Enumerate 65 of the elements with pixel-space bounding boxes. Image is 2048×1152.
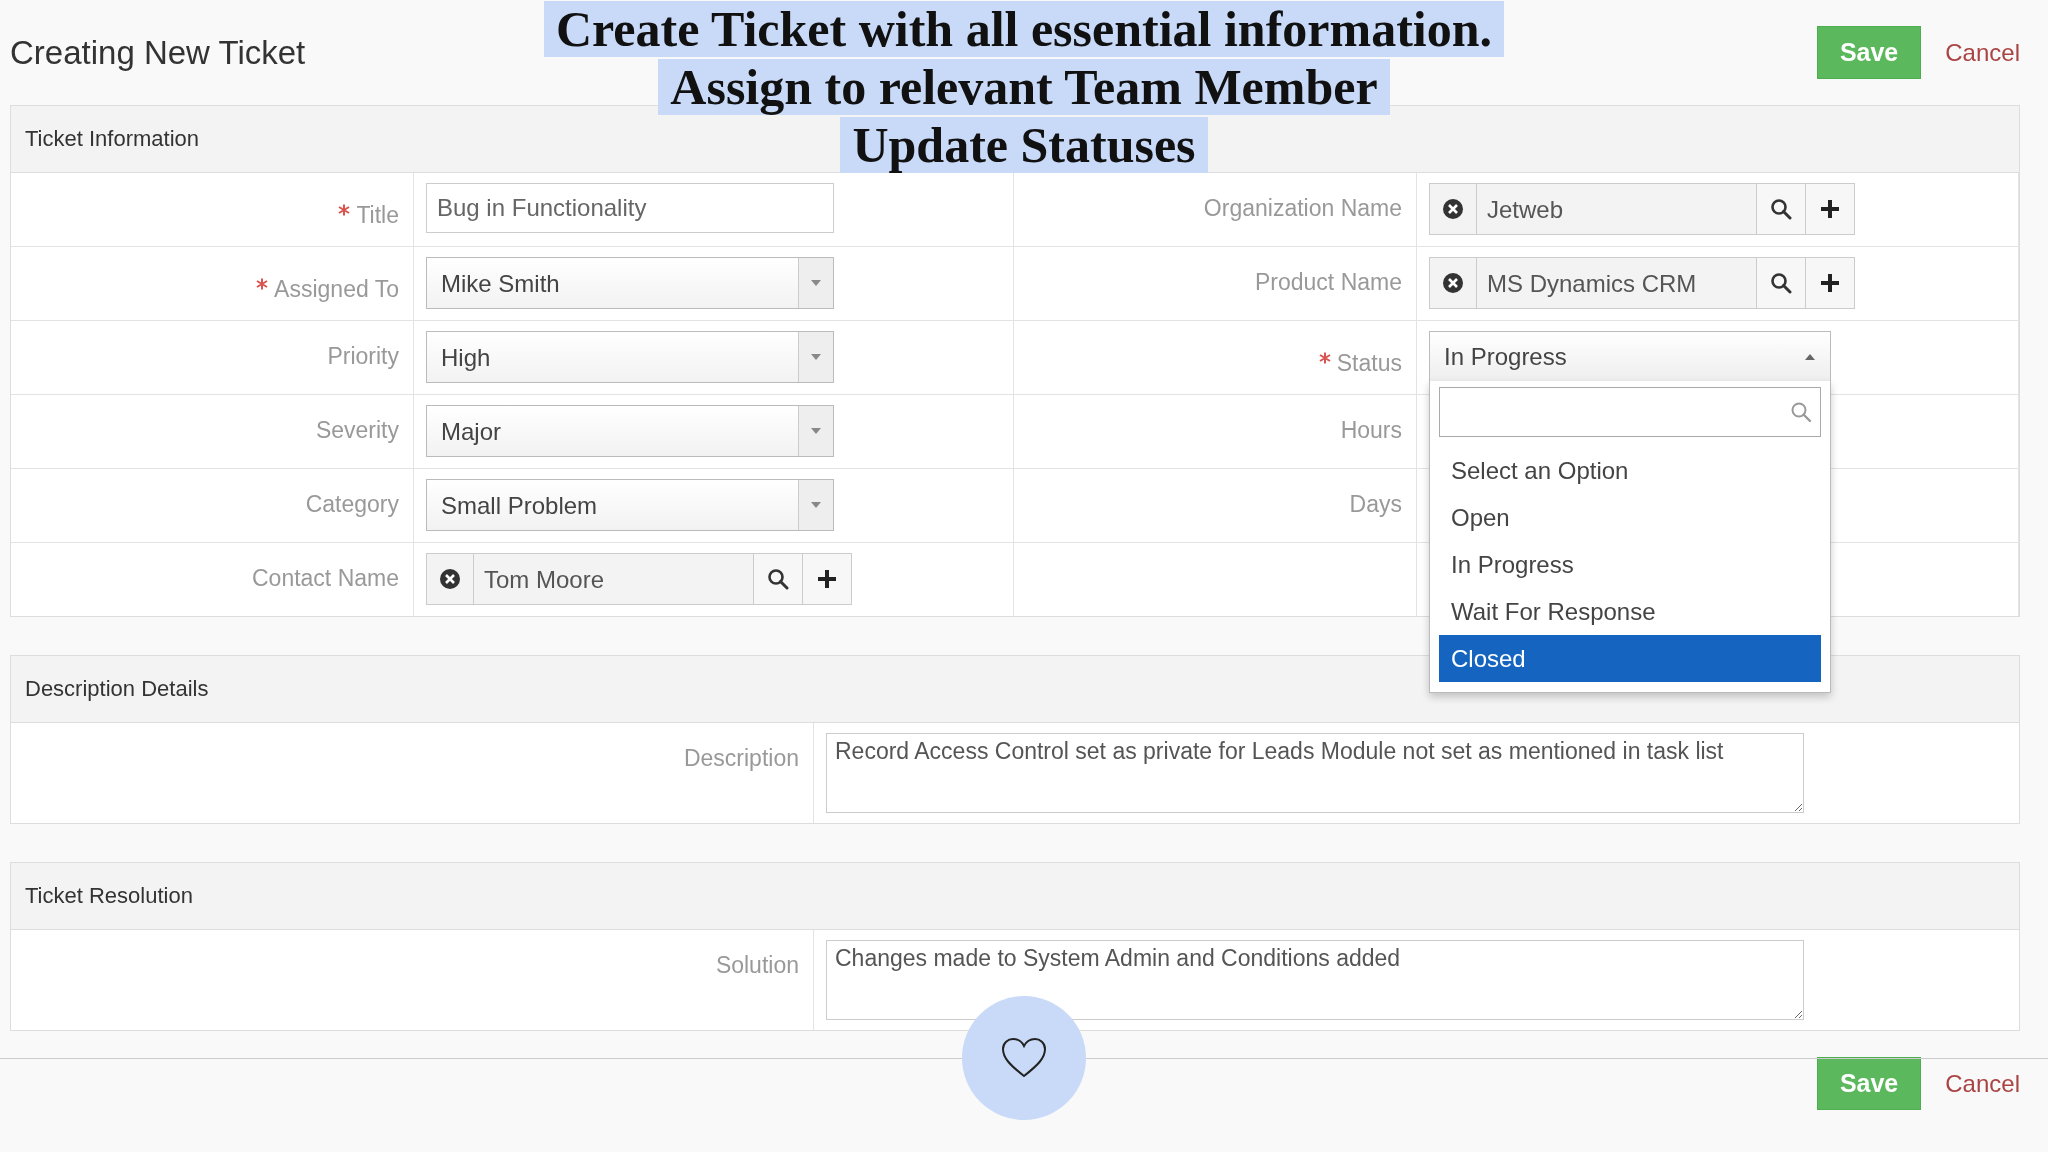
caption-text: Update Statuses <box>840 117 1208 173</box>
reference-field[interactable]: Jetweb <box>1477 183 1757 235</box>
clear-button[interactable] <box>1429 257 1477 309</box>
clear-icon <box>1442 272 1464 294</box>
dropdown-option[interactable]: Open <box>1439 494 1821 541</box>
field-label: Status <box>1318 350 1402 377</box>
field-label: Title <box>338 202 399 229</box>
section-header: Ticket Resolution <box>11 863 2019 930</box>
cancel-link[interactable]: Cancel <box>1945 38 2020 67</box>
dropdown-field[interactable]: Major <box>426 405 834 457</box>
search-icon <box>1790 401 1812 423</box>
cancel-link[interactable]: Cancel <box>1945 1069 2020 1098</box>
search-icon <box>1770 272 1792 294</box>
clear-button[interactable] <box>1429 183 1477 235</box>
plus-icon <box>816 568 838 590</box>
field-label: Category <box>305 491 399 518</box>
caret-down-icon <box>810 353 822 361</box>
caret-down-icon <box>810 427 822 435</box>
caret-up-icon <box>1804 352 1816 361</box>
required-icon <box>1318 352 1331 364</box>
clear-icon <box>439 568 461 590</box>
plus-icon <box>1819 198 1841 220</box>
dropdown-field[interactable]: High <box>426 331 834 383</box>
dropdown-option[interactable]: Select an Option <box>1439 447 1821 494</box>
clear-icon <box>1442 198 1464 220</box>
caret-down-icon <box>810 501 822 509</box>
field-label: Organization Name <box>1203 195 1402 222</box>
text-area[interactable]: Changes made to System Admin and Conditions added <box>826 940 1804 1020</box>
field-label: Hours <box>1340 417 1402 444</box>
caption-text: Create Ticket with all essential information. <box>543 1 1504 57</box>
search-button[interactable] <box>1757 257 1806 309</box>
field-label: Solution <box>715 952 799 979</box>
dropdown-option[interactable]: Closed <box>1439 635 1821 682</box>
text-field[interactable]: Bug in Functionality <box>426 183 834 233</box>
field-label: Contact Name <box>252 565 399 592</box>
dropdown-field[interactable]: In Progress <box>1429 331 1831 381</box>
reference-field[interactable]: MS Dynamics CRM <box>1477 257 1757 309</box>
page-title: Creating New Ticket <box>10 33 306 72</box>
add-button[interactable] <box>1806 257 1855 309</box>
search-icon <box>1770 198 1792 220</box>
field-label: Severity <box>315 417 399 444</box>
search-button[interactable] <box>1757 183 1806 235</box>
clear-button[interactable] <box>426 553 474 605</box>
field-label: Description <box>683 745 799 772</box>
dropdown-option[interactable]: In Progress <box>1439 541 1821 588</box>
caret-down-icon <box>810 279 822 287</box>
dropdown-field[interactable]: Mike Smith <box>426 257 834 309</box>
add-button[interactable] <box>1806 183 1855 235</box>
required-icon <box>256 278 269 290</box>
dropdown-field[interactable]: Small Problem <box>426 479 834 531</box>
field-label: Days <box>1349 491 1402 518</box>
heart-icon <box>1000 1037 1048 1079</box>
caption-text: Assign to relevant Team Member <box>658 59 1390 115</box>
field-label: Assigned To <box>256 276 399 303</box>
field-label: Product Name <box>1255 269 1402 296</box>
required-icon <box>338 204 351 216</box>
add-button[interactable] <box>803 553 852 605</box>
text-area[interactable]: Record Access Control set as private for Leads Module not set as mentioned in task list <box>826 733 1804 813</box>
search-button[interactable] <box>754 553 803 605</box>
field-label: Priority <box>327 343 399 370</box>
search-field[interactable] <box>1439 387 1821 437</box>
plus-icon <box>1819 272 1841 294</box>
dropdown-option[interactable]: Wait For Response <box>1439 588 1821 635</box>
reference-field[interactable]: Tom Moore <box>474 553 754 605</box>
search-icon <box>767 568 789 590</box>
